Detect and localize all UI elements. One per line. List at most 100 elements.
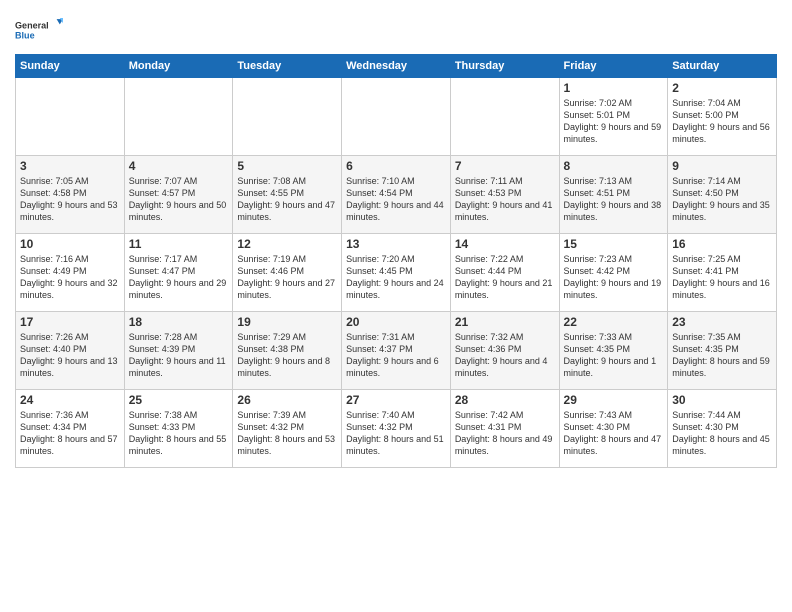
day-info: Sunrise: 7:32 AM Sunset: 4:36 PM Dayligh… xyxy=(455,331,555,380)
calendar-cell: 1 Sunrise: 7:02 AM Sunset: 5:01 PM Daylig… xyxy=(559,78,668,156)
weekday-header-friday: Friday xyxy=(559,55,668,78)
calendar-cell xyxy=(124,78,233,156)
calendar-cell: 17 Sunrise: 7:26 AM Sunset: 4:40 PM Dayli… xyxy=(16,312,125,390)
calendar-container: General Blue SundayMondayTuesdayWednesda… xyxy=(0,0,792,473)
day-info: Sunrise: 7:40 AM Sunset: 4:32 PM Dayligh… xyxy=(346,409,446,458)
weekday-header-wednesday: Wednesday xyxy=(342,55,451,78)
day-info: Sunrise: 7:36 AM Sunset: 4:34 PM Dayligh… xyxy=(20,409,120,458)
day-number: 14 xyxy=(455,237,555,251)
calendar-cell: 9 Sunrise: 7:14 AM Sunset: 4:50 PM Daylig… xyxy=(668,156,777,234)
day-number: 12 xyxy=(237,237,337,251)
day-number: 25 xyxy=(129,393,229,407)
calendar-cell: 28 Sunrise: 7:42 AM Sunset: 4:31 PM Dayli… xyxy=(450,390,559,468)
week-row-1: 1 Sunrise: 7:02 AM Sunset: 5:01 PM Daylig… xyxy=(16,78,777,156)
day-info: Sunrise: 7:10 AM Sunset: 4:54 PM Dayligh… xyxy=(346,175,446,224)
day-info: Sunrise: 7:28 AM Sunset: 4:39 PM Dayligh… xyxy=(129,331,229,380)
calendar-cell: 27 Sunrise: 7:40 AM Sunset: 4:32 PM Dayli… xyxy=(342,390,451,468)
calendar-cell: 4 Sunrise: 7:07 AM Sunset: 4:57 PM Daylig… xyxy=(124,156,233,234)
calendar-cell: 21Sunrise: 7:32 AM Sunset: 4:36 PM Dayli… xyxy=(450,312,559,390)
day-number: 26 xyxy=(237,393,337,407)
day-number: 15 xyxy=(564,237,664,251)
week-row-4: 17 Sunrise: 7:26 AM Sunset: 4:40 PM Dayli… xyxy=(16,312,777,390)
day-number: 16 xyxy=(672,237,772,251)
day-info: Sunrise: 7:31 AM Sunset: 4:37 PM Dayligh… xyxy=(346,331,446,380)
day-number: 28 xyxy=(455,393,555,407)
day-info: Sunrise: 7:07 AM Sunset: 4:57 PM Dayligh… xyxy=(129,175,229,224)
svg-text:General: General xyxy=(15,21,49,31)
calendar-cell: 24 Sunrise: 7:36 AM Sunset: 4:34 PM Dayli… xyxy=(16,390,125,468)
weekday-header-sunday: Sunday xyxy=(16,55,125,78)
calendar-cell: 29Sunrise: 7:43 AM Sunset: 4:30 PM Dayli… xyxy=(559,390,668,468)
weekday-header-thursday: Thursday xyxy=(450,55,559,78)
day-number: 24 xyxy=(20,393,120,407)
calendar-cell: 7 Sunrise: 7:11 AM Sunset: 4:53 PM Daylig… xyxy=(450,156,559,234)
calendar-cell xyxy=(450,78,559,156)
week-row-2: 3 Sunrise: 7:05 AM Sunset: 4:58 PM Daylig… xyxy=(16,156,777,234)
weekday-header-monday: Monday xyxy=(124,55,233,78)
day-info: Sunrise: 7:26 AM Sunset: 4:40 PM Dayligh… xyxy=(20,331,120,380)
day-info: Sunrise: 7:44 AM Sunset: 4:30 PM Dayligh… xyxy=(672,409,772,458)
calendar-cell: 16 Sunrise: 7:25 AM Sunset: 4:41 PM Dayli… xyxy=(668,234,777,312)
day-info: Sunrise: 7:29 AM Sunset: 4:38 PM Dayligh… xyxy=(237,331,337,380)
calendar-cell: 2Sunrise: 7:04 AM Sunset: 5:00 PM Daylig… xyxy=(668,78,777,156)
day-info: Sunrise: 7:20 AM Sunset: 4:45 PM Dayligh… xyxy=(346,253,446,302)
day-info: Sunrise: 7:39 AM Sunset: 4:32 PM Dayligh… xyxy=(237,409,337,458)
day-info: Sunrise: 7:22 AM Sunset: 4:44 PM Dayligh… xyxy=(455,253,555,302)
day-number: 27 xyxy=(346,393,446,407)
day-info: Sunrise: 7:33 AM Sunset: 4:35 PM Dayligh… xyxy=(564,331,664,380)
calendar-cell: 6 Sunrise: 7:10 AM Sunset: 4:54 PM Daylig… xyxy=(342,156,451,234)
day-number: 10 xyxy=(20,237,120,251)
day-info: Sunrise: 7:25 AM Sunset: 4:41 PM Dayligh… xyxy=(672,253,772,302)
day-number: 6 xyxy=(346,159,446,173)
calendar-cell: 14 Sunrise: 7:22 AM Sunset: 4:44 PM Dayli… xyxy=(450,234,559,312)
day-info: Sunrise: 7:38 AM Sunset: 4:33 PM Dayligh… xyxy=(129,409,229,458)
day-number: 20 xyxy=(346,315,446,329)
day-number: 8 xyxy=(564,159,664,173)
calendar-cell: 18Sunrise: 7:28 AM Sunset: 4:39 PM Dayli… xyxy=(124,312,233,390)
day-info: Sunrise: 7:16 AM Sunset: 4:49 PM Dayligh… xyxy=(20,253,120,302)
day-info: Sunrise: 7:14 AM Sunset: 4:50 PM Dayligh… xyxy=(672,175,772,224)
day-number: 13 xyxy=(346,237,446,251)
weekday-header-saturday: Saturday xyxy=(668,55,777,78)
logo-svg: General Blue xyxy=(15,10,63,50)
calendar-cell: 19 Sunrise: 7:29 AM Sunset: 4:38 PM Dayli… xyxy=(233,312,342,390)
day-info: Sunrise: 7:43 AM Sunset: 4:30 PM Dayligh… xyxy=(564,409,664,458)
day-number: 7 xyxy=(455,159,555,173)
day-number: 23 xyxy=(672,315,772,329)
calendar-cell: 20 Sunrise: 7:31 AM Sunset: 4:37 PM Dayli… xyxy=(342,312,451,390)
day-info: Sunrise: 7:13 AM Sunset: 4:51 PM Dayligh… xyxy=(564,175,664,224)
day-number: 11 xyxy=(129,237,229,251)
calendar-cell: 3 Sunrise: 7:05 AM Sunset: 4:58 PM Daylig… xyxy=(16,156,125,234)
day-info: Sunrise: 7:17 AM Sunset: 4:47 PM Dayligh… xyxy=(129,253,229,302)
day-number: 17 xyxy=(20,315,120,329)
calendar-cell: 5Sunrise: 7:08 AM Sunset: 4:55 PM Daylig… xyxy=(233,156,342,234)
day-info: Sunrise: 7:35 AM Sunset: 4:35 PM Dayligh… xyxy=(672,331,772,380)
day-number: 19 xyxy=(237,315,337,329)
calendar-cell: 26 Sunrise: 7:39 AM Sunset: 4:32 PM Dayli… xyxy=(233,390,342,468)
weekday-header-row: SundayMondayTuesdayWednesdayThursdayFrid… xyxy=(16,55,777,78)
week-row-5: 24 Sunrise: 7:36 AM Sunset: 4:34 PM Dayli… xyxy=(16,390,777,468)
day-info: Sunrise: 7:19 AM Sunset: 4:46 PM Dayligh… xyxy=(237,253,337,302)
day-info: Sunrise: 7:05 AM Sunset: 4:58 PM Dayligh… xyxy=(20,175,120,224)
day-number: 5 xyxy=(237,159,337,173)
calendar-cell: 25 Sunrise: 7:38 AM Sunset: 4:33 PM Dayli… xyxy=(124,390,233,468)
week-row-3: 10 Sunrise: 7:16 AM Sunset: 4:49 PM Dayli… xyxy=(16,234,777,312)
day-info: Sunrise: 7:02 AM Sunset: 5:01 PM Dayligh… xyxy=(564,97,664,146)
day-number: 1 xyxy=(564,81,664,95)
weekday-header-tuesday: Tuesday xyxy=(233,55,342,78)
calendar-cell: 30 Sunrise: 7:44 AM Sunset: 4:30 PM Dayli… xyxy=(668,390,777,468)
day-number: 3 xyxy=(20,159,120,173)
header: General Blue xyxy=(15,10,777,50)
day-info: Sunrise: 7:42 AM Sunset: 4:31 PM Dayligh… xyxy=(455,409,555,458)
day-info: Sunrise: 7:11 AM Sunset: 4:53 PM Dayligh… xyxy=(455,175,555,224)
day-number: 4 xyxy=(129,159,229,173)
day-info: Sunrise: 7:23 AM Sunset: 4:42 PM Dayligh… xyxy=(564,253,664,302)
calendar-cell xyxy=(342,78,451,156)
calendar-cell: 13 Sunrise: 7:20 AM Sunset: 4:45 PM Dayli… xyxy=(342,234,451,312)
day-number: 2 xyxy=(672,81,772,95)
calendar-cell: 23 Sunrise: 7:35 AM Sunset: 4:35 PM Dayli… xyxy=(668,312,777,390)
calendar-cell: 11 Sunrise: 7:17 AM Sunset: 4:47 PM Dayli… xyxy=(124,234,233,312)
day-number: 30 xyxy=(672,393,772,407)
logo: General Blue xyxy=(15,10,63,50)
day-number: 9 xyxy=(672,159,772,173)
